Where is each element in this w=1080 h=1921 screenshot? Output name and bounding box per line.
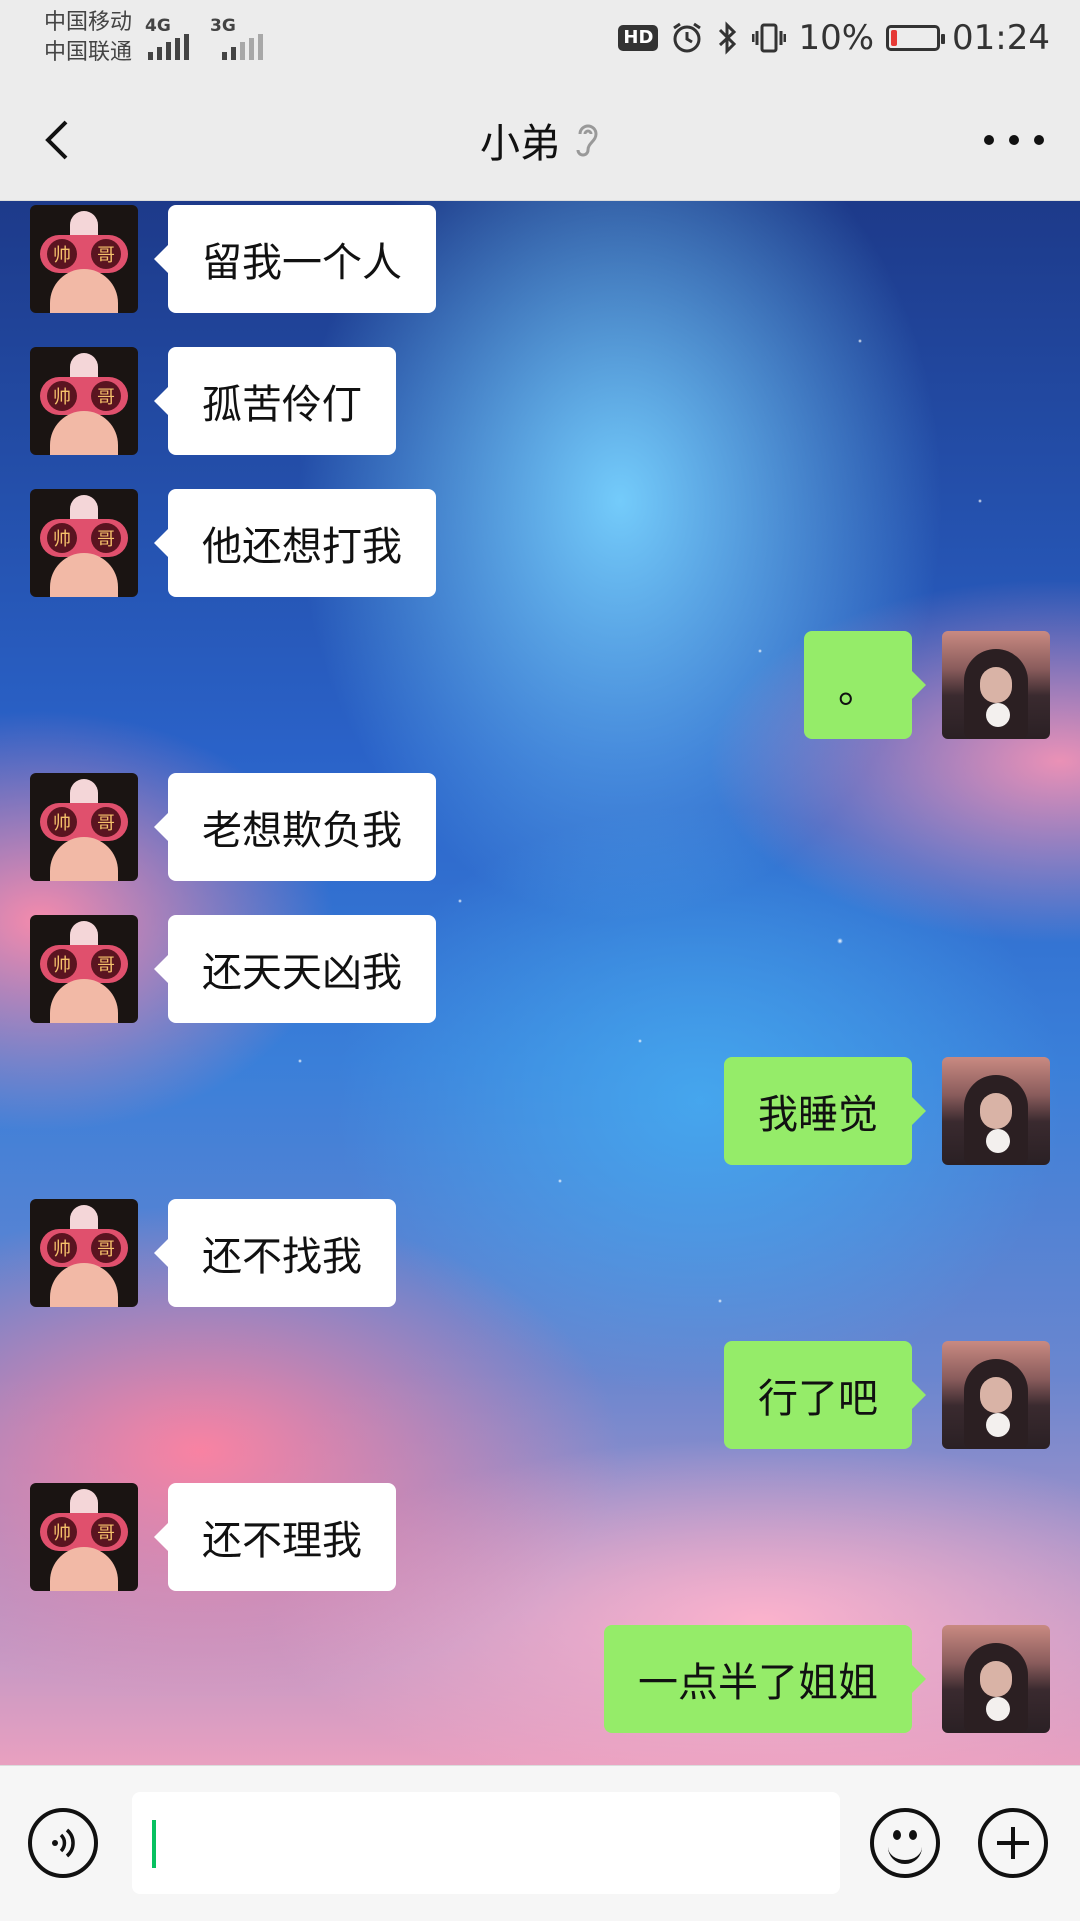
vibrate-icon: [752, 21, 787, 55]
self-avatar[interactable]: [942, 1341, 1050, 1449]
friend-avatar[interactable]: 帅哥: [30, 1483, 138, 1591]
status-bar: 中国移动 中国联通 4G 3G HD 10% 01:24: [0, 0, 1080, 80]
message-bubble[interactable]: 我睡觉: [724, 1057, 926, 1165]
network-type-2: 3G: [210, 16, 236, 36]
message-input[interactable]: [132, 1792, 840, 1894]
chat-header: 小弟: [0, 80, 1080, 201]
friend-avatar[interactable]: 帅哥: [30, 347, 138, 455]
message-row: 帅哥 还天天凶我: [30, 915, 436, 1023]
voice-icon: [52, 1828, 75, 1858]
earpiece-icon: [576, 124, 598, 157]
emoji-icon: [893, 1830, 901, 1840]
message-bubble[interactable]: 还天天凶我: [154, 915, 436, 1023]
chat-area[interactable]: 帅哥 留我一个人 帅哥 孤苦伶仃 帅哥 他还想打我 。 帅哥 老想欺负我 帅 哥…: [0, 201, 1080, 1765]
message-row: 帅哥 孤苦伶仃: [30, 347, 396, 455]
message-bubble[interactable]: 他还想打我: [154, 489, 436, 597]
message-row: 一点半了姐姐: [604, 1625, 1050, 1733]
friend-avatar[interactable]: 帅哥: [30, 915, 138, 1023]
carrier-1: 中国移动: [44, 10, 133, 35]
friend-avatar[interactable]: 帅哥: [30, 1199, 138, 1307]
emoji-button[interactable]: [870, 1808, 940, 1878]
plus-button[interactable]: [978, 1808, 1048, 1878]
message-row: 帅哥 还不找我: [30, 1199, 396, 1307]
more-button[interactable]: [984, 122, 1044, 158]
message-row: 帅哥 老想欺负我: [30, 773, 436, 881]
voice-button[interactable]: [28, 1808, 98, 1878]
battery-icon: [886, 25, 946, 51]
self-avatar[interactable]: [942, 1057, 1050, 1165]
status-right: HD 10% 01:24: [618, 14, 1050, 62]
message-row: 帅哥 留我一个人: [30, 205, 436, 313]
message-bubble[interactable]: 留我一个人: [154, 205, 436, 313]
carrier-labels: 中国移动 中国联通: [44, 8, 132, 68]
message-row: 我睡觉: [724, 1057, 1050, 1165]
more-icon: [984, 135, 994, 145]
friend-avatar[interactable]: 帅哥: [30, 205, 138, 313]
self-avatar[interactable]: [942, 631, 1050, 739]
message-bubble[interactable]: 老想欺负我: [154, 773, 436, 881]
message-row: 。: [804, 631, 1050, 739]
alarm-icon: [670, 21, 704, 55]
battery-percent: 10%: [798, 18, 875, 58]
message-bubble[interactable]: 。: [804, 631, 926, 739]
message-bubble[interactable]: 还不找我: [154, 1199, 396, 1307]
message-row: 帅哥 还不理我: [30, 1483, 396, 1591]
friend-avatar[interactable]: 帅哥: [30, 489, 138, 597]
signal-2-icon: [222, 34, 263, 60]
network-type-1: 4G: [145, 16, 171, 36]
carrier-2: 中国联通: [44, 40, 133, 65]
clock: 01:24: [952, 18, 1050, 58]
text-cursor: [152, 1820, 156, 1868]
signal-1-icon: [148, 34, 189, 60]
message-bubble[interactable]: 孤苦伶仃: [154, 347, 396, 455]
message-row: 行了吧: [724, 1341, 1050, 1449]
message-bubble[interactable]: 行了吧: [724, 1341, 926, 1449]
input-bar: [0, 1765, 1080, 1921]
title-group: 小弟: [0, 110, 1080, 170]
hd-badge: HD: [618, 25, 659, 51]
message-bubble[interactable]: 还不理我: [154, 1483, 396, 1591]
message-bubble[interactable]: 一点半了姐姐: [604, 1625, 926, 1733]
bluetooth-icon: [716, 21, 740, 55]
chat-title: 小弟: [480, 121, 560, 167]
self-avatar[interactable]: [942, 1625, 1050, 1733]
message-row: 帅哥 他还想打我: [30, 489, 436, 597]
friend-avatar[interactable]: 帅哥: [30, 773, 138, 881]
